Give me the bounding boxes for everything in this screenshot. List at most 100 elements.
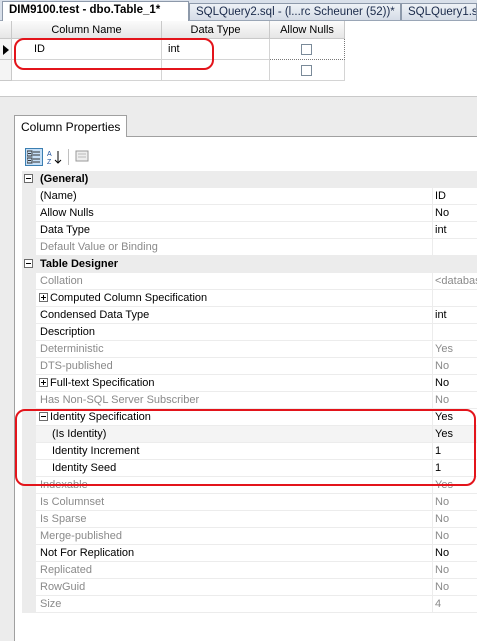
cell-data-type[interactable]: int [162, 39, 270, 60]
property-row[interactable]: Default Value or Binding [22, 239, 477, 256]
cell-allow-nulls[interactable] [270, 39, 345, 60]
categorized-icon[interactable] [25, 148, 43, 166]
property-value[interactable]: 1 [433, 443, 477, 460]
property-row[interactable]: Collation<database default> [22, 273, 477, 290]
property-value[interactable]: Yes [433, 409, 477, 426]
property-gutter [22, 273, 36, 290]
property-value[interactable] [433, 239, 477, 256]
cell-column-name[interactable]: ID [12, 39, 162, 60]
collapse-icon[interactable] [24, 259, 33, 268]
property-gutter [22, 188, 36, 205]
expand-icon[interactable] [39, 293, 48, 302]
property-gutter [22, 545, 36, 562]
alphabetical-icon[interactable]: A Z [46, 148, 64, 166]
row-selector[interactable] [0, 39, 12, 60]
property-name: Table Designer [36, 256, 477, 273]
property-row[interactable]: Full-text Specification No [22, 375, 477, 392]
property-value[interactable] [433, 290, 477, 307]
property-gutter [22, 375, 36, 392]
property-gutter [22, 341, 36, 358]
row-selector[interactable] [0, 60, 12, 81]
property-row[interactable]: RowGuid No [22, 579, 477, 596]
property-row[interactable]: Replicated No [22, 562, 477, 579]
property-value[interactable]: Yes [433, 341, 477, 358]
cell-data-type[interactable] [162, 60, 270, 81]
property-value[interactable]: No [433, 494, 477, 511]
property-row[interactable]: Indexable Yes [22, 477, 477, 494]
property-gutter [22, 460, 36, 477]
property-row[interactable]: Is Columnset No [22, 494, 477, 511]
property-value[interactable]: <database default> [433, 273, 477, 290]
property-row[interactable]: Description [22, 324, 477, 341]
property-row[interactable]: Allow Nulls No [22, 205, 477, 222]
property-value[interactable]: No [433, 358, 477, 375]
table-row[interactable] [0, 60, 345, 81]
header-allow-nulls[interactable]: Allow Nulls [270, 21, 345, 39]
current-row-arrow-icon [3, 45, 9, 55]
property-gutter [22, 307, 36, 324]
property-value[interactable]: No [433, 545, 477, 562]
property-row[interactable]: Size 4 [22, 596, 477, 613]
property-row[interactable]: Not For Replication No [22, 545, 477, 562]
document-tab-bar: DIM9100.test - dbo.Table_1* SQLQuery2.sq… [0, 0, 477, 21]
collapse-icon[interactable] [39, 412, 48, 421]
property-value[interactable]: int [433, 222, 477, 239]
property-pages-icon[interactable] [74, 148, 92, 166]
collapse-icon[interactable] [24, 174, 33, 183]
property-row[interactable]: (Name) ID [22, 188, 477, 205]
property-gutter [22, 392, 36, 409]
property-gutter [22, 205, 36, 222]
table-row[interactable]: ID int [0, 39, 345, 60]
property-row[interactable]: Condensed Data Type int [22, 307, 477, 324]
tab-sqlquery1[interactable]: SQLQuery1.s [401, 3, 477, 20]
property-row[interactable]: Identity Specification Yes [22, 409, 477, 426]
allow-nulls-checkbox[interactable] [301, 65, 312, 76]
property-value[interactable]: No [433, 375, 477, 392]
property-value[interactable]: 1 [433, 460, 477, 477]
property-value[interactable]: No [433, 579, 477, 596]
expand-icon[interactable] [39, 378, 48, 387]
tab-table-designer[interactable]: DIM9100.test - dbo.Table_1* [2, 1, 189, 21]
property-gutter [22, 358, 36, 375]
property-value[interactable]: No [433, 205, 477, 222]
property-gutter [22, 290, 36, 307]
property-value[interactable]: 4 [433, 596, 477, 613]
property-row[interactable]: Has Non-SQL Server Subscriber No [22, 392, 477, 409]
header-data-type[interactable]: Data Type [162, 21, 270, 39]
property-row[interactable]: Deterministic Yes [22, 341, 477, 358]
toolbar-separator [68, 149, 69, 165]
property-row[interactable]: Computed Column Specification [22, 290, 477, 307]
property-value[interactable] [433, 324, 477, 341]
property-value[interactable]: ID [433, 188, 477, 205]
property-row[interactable]: Identity Increment 1 [22, 443, 477, 460]
property-category[interactable]: Table Designer [22, 256, 477, 273]
allow-nulls-checkbox[interactable] [301, 44, 312, 55]
property-row[interactable]: DTS-published No [22, 358, 477, 375]
cell-column-name[interactable] [12, 60, 162, 81]
property-value[interactable]: No [433, 562, 477, 579]
property-name: Identity Specification [36, 409, 433, 426]
property-row[interactable]: (Is Identity) Yes [22, 426, 477, 443]
property-name: Default Value or Binding [36, 239, 433, 256]
property-value[interactable]: No [433, 511, 477, 528]
property-gutter [22, 171, 36, 188]
tab-sqlquery2[interactable]: SQLQuery2.sql - (l...rc Scheuner (52))* [189, 3, 401, 20]
header-column-name[interactable]: Column Name [12, 21, 162, 39]
property-row[interactable]: Merge-published No [22, 528, 477, 545]
tab-column-properties[interactable]: Column Properties [14, 115, 127, 137]
property-name: RowGuid [36, 579, 433, 596]
cell-allow-nulls[interactable] [270, 60, 345, 81]
property-row[interactable]: Identity Seed 1 [22, 460, 477, 477]
property-gutter [22, 443, 36, 460]
property-value[interactable]: No [433, 528, 477, 545]
property-gutter [22, 562, 36, 579]
property-value[interactable]: Yes [433, 426, 477, 443]
property-value[interactable]: int [433, 307, 477, 324]
property-row[interactable]: Data Type int [22, 222, 477, 239]
property-value[interactable]: Yes [433, 477, 477, 494]
property-category[interactable]: (General) [22, 171, 477, 188]
property-name: DTS-published [36, 358, 433, 375]
property-row[interactable]: Is Sparse No [22, 511, 477, 528]
grid-header: Column Name Data Type Allow Nulls [0, 21, 345, 39]
property-value[interactable]: No [433, 392, 477, 409]
